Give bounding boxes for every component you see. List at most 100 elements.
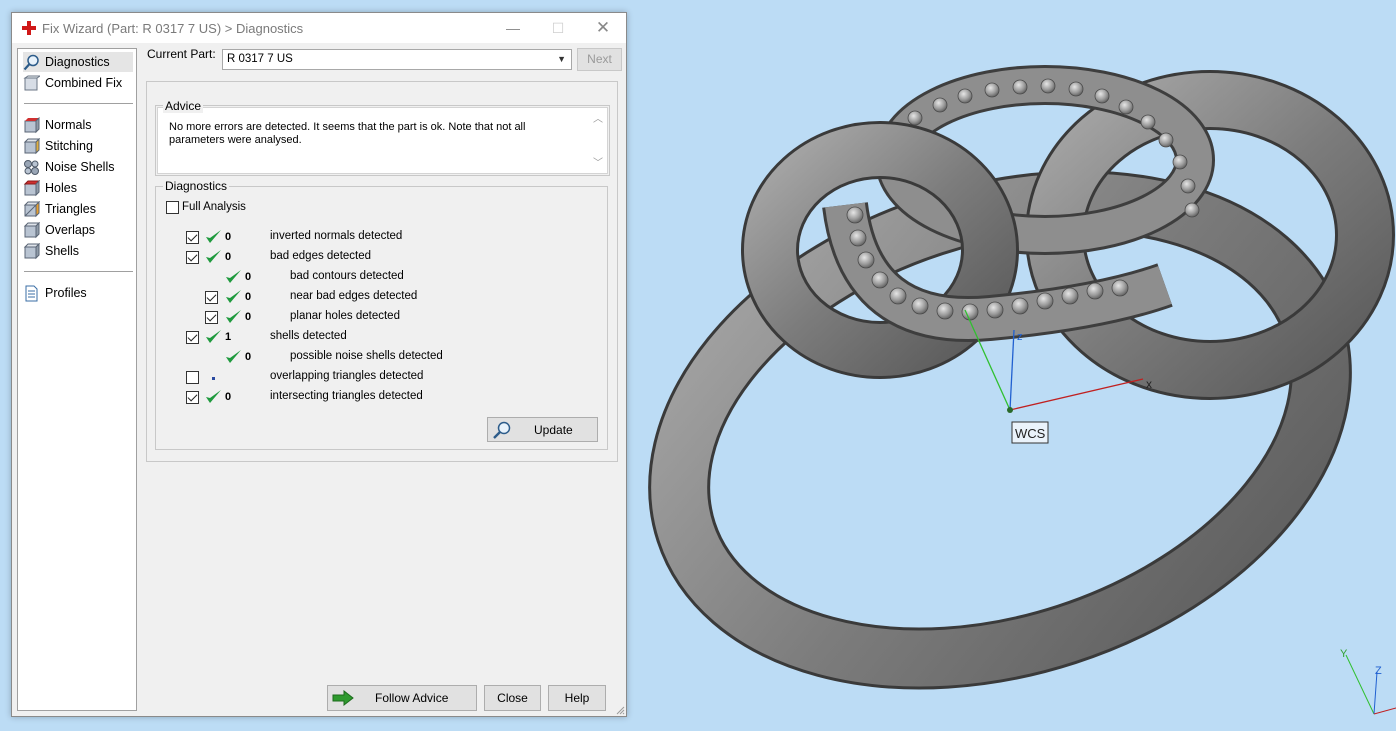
row-label: overlapping triangles detected xyxy=(270,370,424,382)
row-checkbox[interactable] xyxy=(186,391,199,404)
arrow-right-icon xyxy=(332,690,354,706)
row-checkbox[interactable] xyxy=(186,251,199,264)
magnifier-icon xyxy=(23,54,39,70)
sidebar-item-label: Triangles xyxy=(45,202,96,216)
advice-title: Advice xyxy=(163,99,204,113)
current-part-value: R 0317 7 US xyxy=(227,53,293,65)
not-analysed-icon xyxy=(212,377,215,380)
chevron-down-icon: ▼ xyxy=(557,54,566,64)
advice-scrollbar[interactable]: ︿ ﹀ xyxy=(590,108,607,173)
diagnostics-title: Diagnostics xyxy=(163,179,230,193)
row-count: 0 xyxy=(245,291,252,303)
row-label: planar holes detected xyxy=(290,310,400,322)
normals-icon xyxy=(24,116,40,133)
sidebar-item-label: Normals xyxy=(45,118,92,132)
row-count: 0 xyxy=(225,391,232,403)
title-bar[interactable]: Fix Wizard (Part: R 0317 7 US) > Diagnos… xyxy=(12,13,626,43)
sidebar-item-label: Shells xyxy=(45,244,80,258)
row-count: 0 xyxy=(225,251,232,263)
checkmark-icon xyxy=(226,350,241,363)
close-label: Close xyxy=(497,691,528,705)
row-label: near bad edges detected xyxy=(290,290,418,302)
fix-wizard-dialog: Fix Wizard (Part: R 0317 7 US) > Diagnos… xyxy=(11,12,627,717)
stitching-icon xyxy=(23,137,40,154)
sidebar-item-triangles[interactable]: Triangles xyxy=(23,199,133,219)
update-button[interactable]: Update xyxy=(487,417,598,442)
checkmark-icon xyxy=(206,390,221,403)
close-window-button[interactable]: ✕ xyxy=(580,13,626,43)
follow-advice-button[interactable]: Follow Advice xyxy=(327,685,477,711)
sidebar-item-noise-shells[interactable]: Noise Shells xyxy=(23,157,133,177)
sidebar-item-stitching[interactable]: Stitching xyxy=(23,136,133,156)
sidebar-item-shells[interactable]: Shells xyxy=(23,241,133,261)
window-title: Fix Wizard (Part: R 0317 7 US) > Diagnos… xyxy=(42,21,304,36)
corner-axis-z-label: Z xyxy=(1375,665,1382,677)
row-count: 0 xyxy=(245,351,252,363)
axis-z-label: z xyxy=(1017,331,1023,343)
document-icon xyxy=(25,285,38,301)
checkmark-icon xyxy=(226,290,241,303)
follow-advice-label: Follow Advice xyxy=(375,691,449,705)
row-checkbox[interactable] xyxy=(186,371,199,384)
row-count: 1 xyxy=(225,331,232,343)
checkmark-icon xyxy=(226,310,241,323)
row-checkbox[interactable] xyxy=(186,231,199,244)
wcs-label: WCS xyxy=(1015,426,1046,441)
next-button[interactable]: Next xyxy=(577,48,622,71)
axis-x-label: x xyxy=(1146,377,1152,391)
sidebar-item-label: Noise Shells xyxy=(45,160,115,174)
sidebar-item-diagnostics[interactable]: Diagnostics xyxy=(23,52,133,72)
full-analysis-checkbox[interactable] xyxy=(166,201,179,214)
combined-fix-icon xyxy=(23,75,40,90)
checkmark-icon xyxy=(206,250,221,263)
corner-axis-y-label: Y xyxy=(1340,648,1348,660)
row-checkbox[interactable] xyxy=(205,291,218,304)
overlaps-icon xyxy=(23,221,40,238)
advice-textbox[interactable]: No more errors are detected. It seems th… xyxy=(157,107,608,174)
sidebar-item-normals[interactable]: Normals xyxy=(23,115,133,135)
checkmark-icon xyxy=(226,270,241,283)
scroll-down-icon[interactable]: ﹀ xyxy=(593,154,603,169)
row-checkbox[interactable] xyxy=(205,311,218,324)
row-label: intersecting triangles detected xyxy=(270,390,423,402)
row-checkbox[interactable] xyxy=(186,331,199,344)
sidebar-item-profiles[interactable]: Profiles xyxy=(23,283,133,303)
row-label: inverted normals detected xyxy=(270,230,403,242)
row-label: shells detected xyxy=(270,330,347,342)
checkmark-icon xyxy=(206,330,221,343)
scroll-up-icon[interactable]: ︿ xyxy=(593,110,603,125)
sidebar-item-label: Stitching xyxy=(45,139,93,153)
sidebar-divider xyxy=(24,271,133,272)
sidebar-item-label: Overlaps xyxy=(45,223,96,237)
close-button[interactable]: Close xyxy=(484,685,541,711)
checkmark-icon xyxy=(206,230,221,243)
row-count: 0 xyxy=(225,231,232,243)
sidebar-item-label: Diagnostics xyxy=(45,55,110,69)
row-label: bad contours detected xyxy=(290,270,404,282)
minimize-button[interactable]: — xyxy=(490,13,536,43)
sidebar-item-combined-fix[interactable]: Combined Fix xyxy=(23,73,133,93)
sidebar-item-holes[interactable]: Holes xyxy=(23,178,133,198)
noise-shells-icon xyxy=(24,159,39,175)
sidebar-item-label: Combined Fix xyxy=(45,76,123,90)
current-part-select[interactable]: R 0317 7 US ▼ xyxy=(222,49,572,70)
help-button[interactable]: Help xyxy=(548,685,606,711)
magnifier-icon xyxy=(493,421,511,439)
sidebar-item-label: Holes xyxy=(45,181,77,195)
current-part-label: Current Part: xyxy=(147,47,216,61)
triangles-icon xyxy=(23,200,40,217)
sidebar-item-overlaps[interactable]: Overlaps xyxy=(23,220,133,240)
row-label: possible noise shells detected xyxy=(290,350,443,362)
resize-grip-icon[interactable] xyxy=(615,705,625,715)
advice-text: No more errors are detected. It seems th… xyxy=(169,121,526,146)
sidebar-divider xyxy=(24,103,133,104)
row-count: 0 xyxy=(245,271,252,283)
red-cross-icon xyxy=(22,21,36,35)
help-label: Help xyxy=(564,691,590,705)
holes-icon xyxy=(23,179,40,196)
maximize-button[interactable]: ☐ xyxy=(535,13,581,43)
sidebar: Diagnostics Combined Fix Normals Stitchi… xyxy=(17,48,137,711)
row-label: bad edges detected xyxy=(270,250,372,262)
update-label: Update xyxy=(534,422,573,437)
full-analysis-label: Full Analysis xyxy=(182,201,246,213)
